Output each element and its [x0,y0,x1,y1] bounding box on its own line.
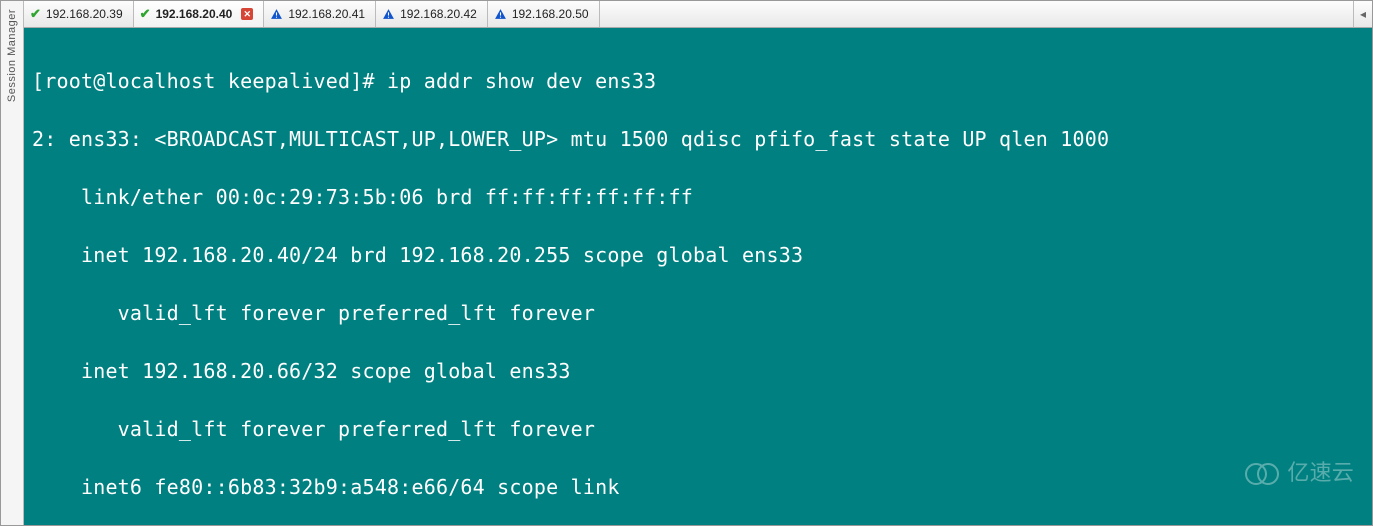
tab-scroll-left-icon[interactable]: ◂ [1353,1,1372,27]
terminal-output[interactable]: [root@localhost keepalived]# ip addr sho… [24,28,1372,525]
command-text: ip addr show dev ens33 [387,69,656,93]
tab-bar: ✔ 192.168.20.39 ✔ 192.168.20.40 ✕ 192.16… [24,1,1372,28]
warning-icon [494,8,507,21]
terminal-line: valid_lft forever preferred_lft forever [32,415,1364,444]
terminal-line: [root@localhost keepalived]# ip addr sho… [32,67,1364,96]
session-manager-tab[interactable]: Session Manager [1,1,24,525]
close-icon[interactable]: ✕ [241,8,253,20]
terminal-line: 2: ens33: <BROADCAST,MULTICAST,UP,LOWER_… [32,125,1364,154]
check-icon: ✔ [30,6,41,22]
terminal-line: valid_lft forever preferred_lft forever [32,299,1364,328]
session-manager-label: Session Manager [6,9,18,102]
tab-label: 192.168.20.42 [400,7,477,21]
terminal-line: link/ether 00:0c:29:73:5b:06 brd ff:ff:f… [32,183,1364,212]
terminal-line: inet6 fe80::6b83:32b9:a548:e66/64 scope … [32,473,1364,502]
shell-prompt: [root@localhost keepalived]# [32,69,387,93]
tab-host-4[interactable]: 192.168.20.42 [376,1,488,27]
tab-host-5[interactable]: 192.168.20.50 [488,1,600,27]
main-pane: ✔ 192.168.20.39 ✔ 192.168.20.40 ✕ 192.16… [24,1,1372,525]
warning-icon [382,8,395,21]
tab-label: 192.168.20.50 [512,7,589,21]
terminal-line: inet 192.168.20.40/24 brd 192.168.20.255… [32,241,1364,270]
tab-label: 192.168.20.41 [288,7,365,21]
terminal-line: inet 192.168.20.66/32 scope global ens33 [32,357,1364,386]
warning-icon [270,8,283,21]
tab-host-3[interactable]: 192.168.20.41 [264,1,376,27]
terminal-window: Session Manager ✔ 192.168.20.39 ✔ 192.16… [0,0,1373,526]
tab-host-2[interactable]: ✔ 192.168.20.40 ✕ [134,1,265,27]
tab-host-1[interactable]: ✔ 192.168.20.39 [24,1,134,27]
tab-label: 192.168.20.40 [156,7,233,21]
check-icon: ✔ [140,6,151,22]
tab-label: 192.168.20.39 [46,7,123,21]
